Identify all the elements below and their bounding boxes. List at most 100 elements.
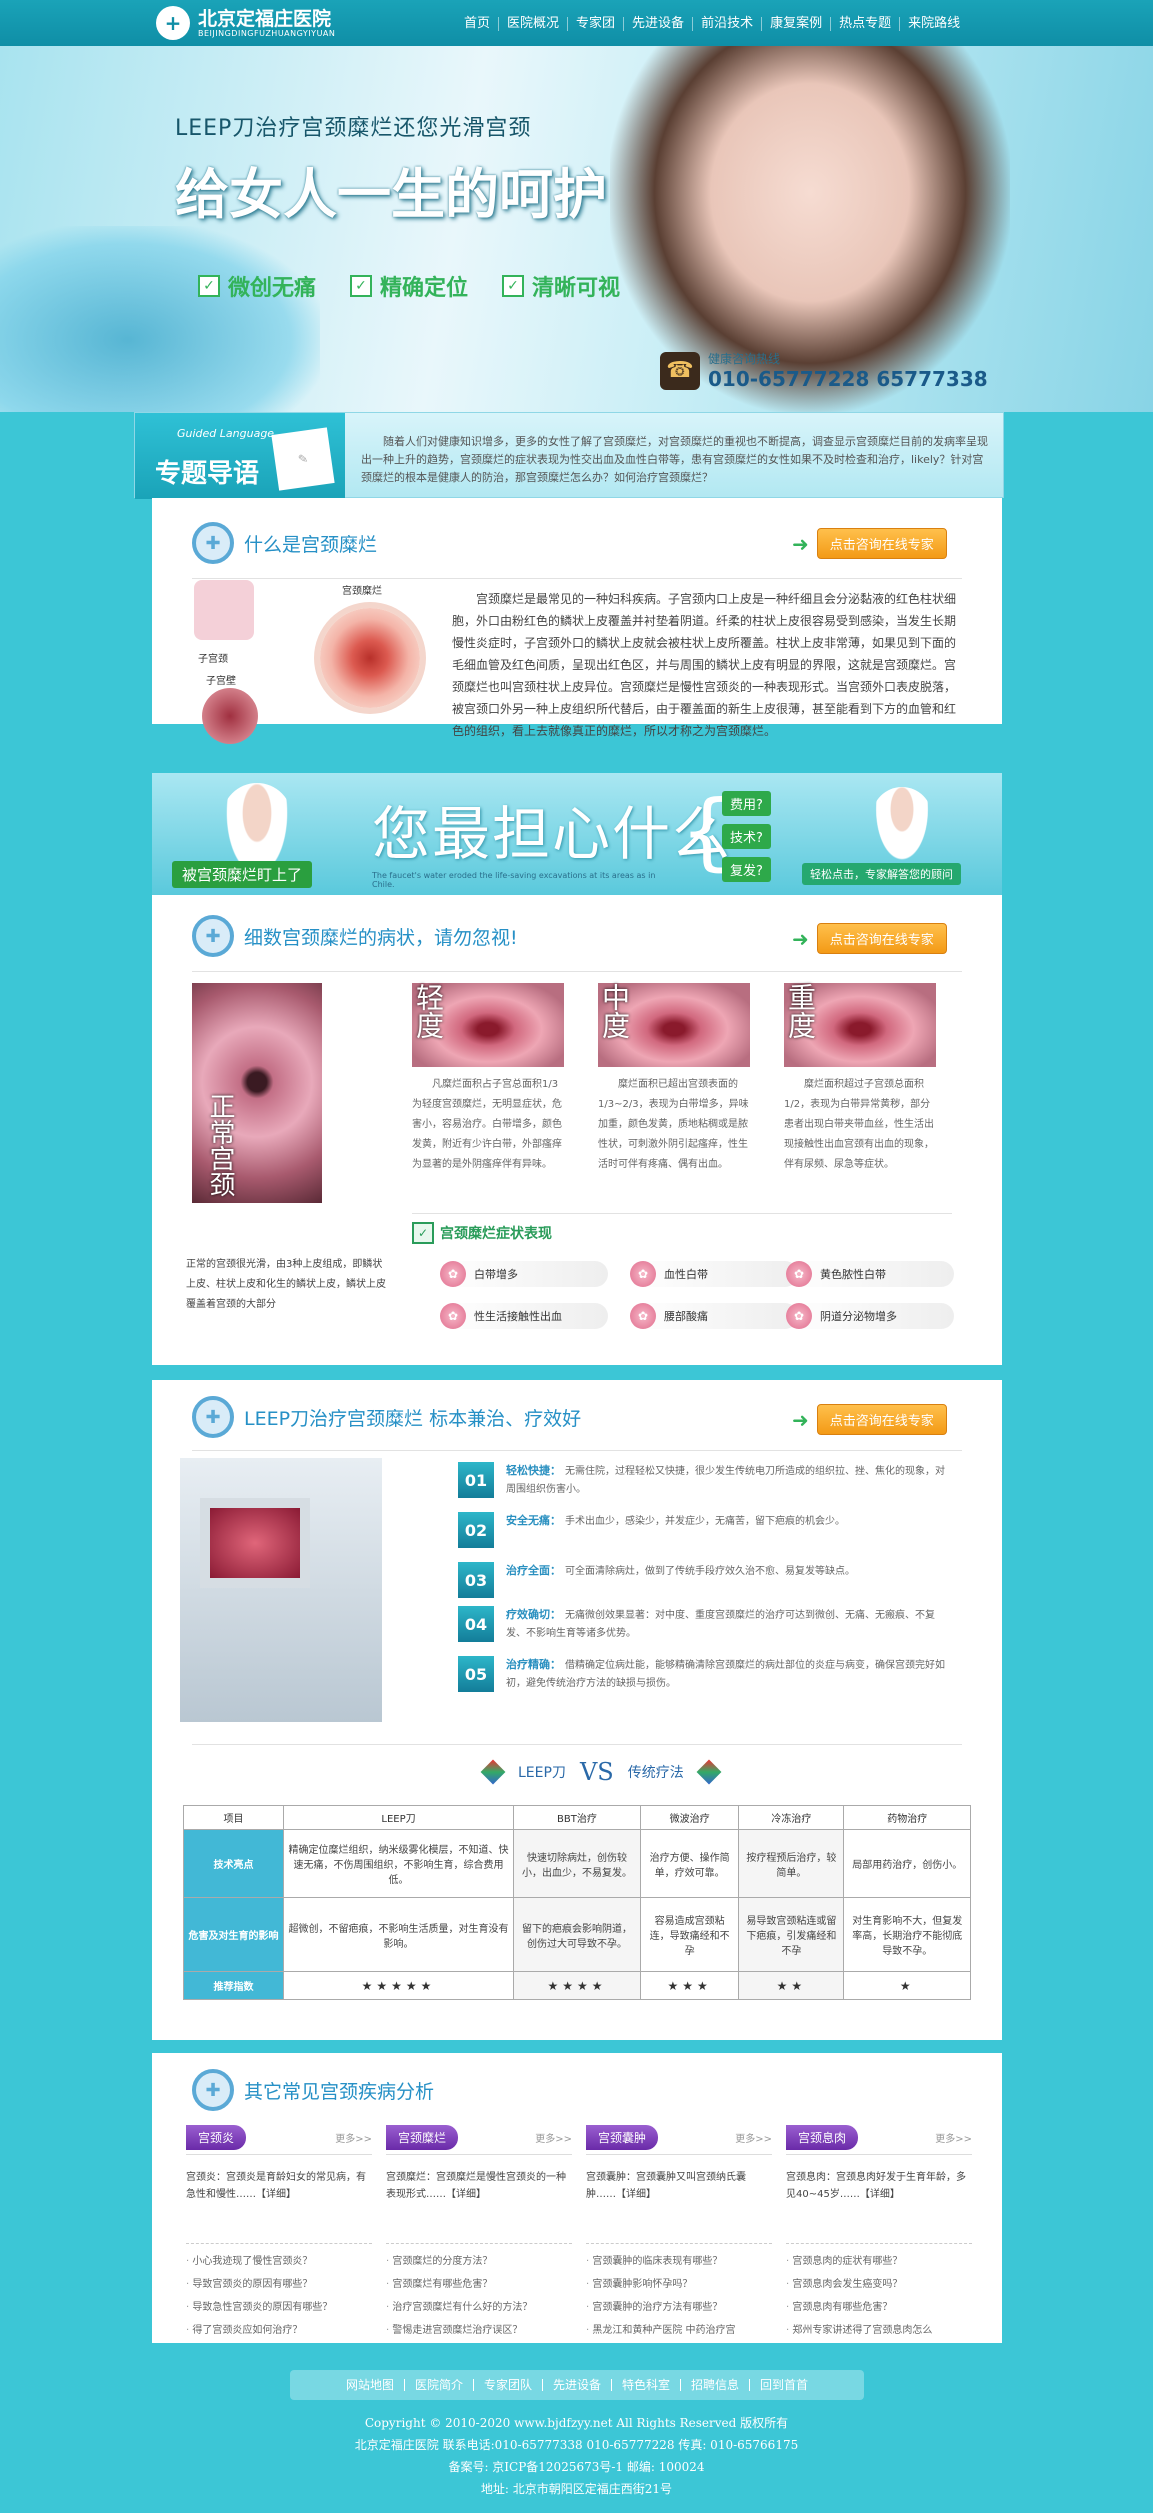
stage-mild: 轻度 凡糜烂面积占子宫总面积1/3为轻度宫颈糜烂，无明显症状，危害小，容易治疗。…: [412, 983, 564, 1175]
option-relapse[interactable]: 复发?: [722, 857, 771, 882]
section-leep: ✚ LEEP刀治疗宫颈糜烂 标本兼治、疗效好 ➜ 点击咨询在线专家 01 轻松快捷…: [152, 1380, 1002, 2040]
table-header: 冷冻治疗: [738, 1805, 845, 1830]
stage-image: 重度: [784, 983, 936, 1067]
more-link[interactable]: 更多>>: [735, 2130, 772, 2145]
footer-link[interactable]: 专家团队: [474, 2379, 543, 2391]
article-link[interactable]: 宫颈息肉的症状有哪些？: [786, 2250, 972, 2273]
disease-desc[interactable]: 宫颈囊肿：宫颈囊肿又叫宫颈纳氏囊肿……【详细】: [586, 2169, 772, 2225]
water-splash-image: [0, 226, 320, 412]
table-header: 药物治疗: [843, 1805, 971, 1830]
symptom-item[interactable]: ✿ 性生活接触性出血: [440, 1303, 608, 1329]
disease-tab[interactable]: 宫颈糜烂: [386, 2125, 459, 2150]
cube-icon: [696, 1759, 722, 1785]
label-uterus: 子宫颈: [198, 654, 228, 665]
disease-desc[interactable]: 宫颈糜烂：宫颈糜烂是慢性宫颈炎的一种表现形式……【详细】: [386, 2169, 572, 2225]
nav-route[interactable]: 来院路线: [900, 17, 968, 31]
arrow-right-icon: ➜: [792, 531, 809, 556]
bacteria-icon: ✿: [786, 1261, 812, 1287]
consult-link[interactable]: ➜ 点击咨询在线专家: [792, 528, 947, 559]
section-title: 其它常见宫颈疾病分析: [244, 2080, 435, 2103]
option-cost[interactable]: 费用?: [722, 791, 771, 816]
article-link[interactable]: 宫颈息肉会发生癌变吗？: [786, 2273, 972, 2296]
rating-stars: ★: [843, 1971, 971, 2000]
table-header: LEEP刀: [283, 1805, 514, 1830]
bacteria-icon: ✿: [786, 1303, 812, 1329]
nav-cases[interactable]: 康复案例: [762, 17, 832, 31]
article-link[interactable]: 导致宫颈炎的原因有哪些？: [186, 2273, 372, 2296]
article-link[interactable]: 郑州专家讲述得了宫颈息肉怎么: [786, 2319, 972, 2342]
worry-banner[interactable]: 被宫颈糜烂盯上了 您最担心什么 The faucet's water erode…: [152, 773, 1002, 895]
article-link[interactable]: 宫颈糜烂的分度方法？: [386, 2250, 572, 2273]
intro-badge: Guided Language 专题导语 ✎: [135, 413, 345, 499]
article-link[interactable]: 小心我迹现了慢性宫颈炎？: [186, 2250, 372, 2273]
nav-experts[interactable]: 专家团: [568, 17, 625, 31]
label-erosion: 宫颈糜烂: [342, 586, 382, 597]
more-link[interactable]: 更多>>: [935, 2130, 972, 2145]
article-link[interactable]: 宫颈糜烂有哪些危害？: [386, 2273, 572, 2296]
article-link[interactable]: 宫颈囊肿的临床表现有哪些？: [586, 2250, 772, 2273]
option-tech[interactable]: 技术?: [722, 824, 771, 849]
footer-link[interactable]: 特色科室: [612, 2379, 682, 2391]
article-link[interactable]: 宫颈息肉有哪些危害？: [786, 2296, 972, 2319]
nav-equipment[interactable]: 先进设备: [624, 17, 694, 31]
stage-text: 糜烂面积超过子宫颈总面积1/2，表现为白带异常黄秽，部分患者出现白带夹带血丝，性…: [784, 1079, 934, 1170]
disease-tab[interactable]: 宫颈息肉: [786, 2125, 859, 2150]
banner-features: ✓ 微创无痛 ✓ 精确定位 ✓ 清晰可视: [198, 270, 620, 302]
footer-link[interactable]: 网站地图: [336, 2379, 405, 2391]
banner-title: 给女人一生的呵护: [175, 162, 607, 226]
article-link[interactable]: 黑龙江和黄种产医院 中药治疗宫: [586, 2319, 772, 2342]
consult-button[interactable]: 点击咨询在线专家: [816, 923, 947, 954]
nav-home[interactable]: 首页: [456, 17, 500, 31]
disease-desc[interactable]: 宫颈炎：宫颈炎是育龄妇女的常见病，有急性和慢性……【详细】: [186, 2169, 372, 2225]
article-link[interactable]: 宫颈囊肿影响怀孕吗？: [586, 2273, 772, 2296]
label-wall: 子宫壁: [206, 676, 236, 687]
disease-desc[interactable]: 宫颈息肉：宫颈息肉好发于生育年龄，多见40~45岁……【详细】: [786, 2169, 972, 2225]
number-badge: 03: [458, 1562, 494, 1598]
doctor-photo: [872, 787, 932, 867]
footer-link[interactable]: 先进设备: [543, 2379, 612, 2391]
footer-link[interactable]: 医院简介: [405, 2379, 474, 2391]
section-symptoms: ✚ 细数宫颈糜烂的病状，请勿忽视! ➜ 点击咨询在线专家 正常宫颈 正常的宫颈很…: [152, 895, 1002, 1365]
more-link[interactable]: 更多>>: [535, 2130, 572, 2145]
disease-column: 宫颈息肉 更多>> 宫颈息肉：宫颈息肉好发于生育年龄，多见40~45岁……【详细】…: [786, 2125, 972, 2342]
symptom-item[interactable]: ✿ 血性白带: [630, 1261, 798, 1287]
nav-about[interactable]: 医院概况: [499, 17, 569, 31]
consult-button[interactable]: 点击咨询在线专家: [816, 528, 947, 559]
check-icon: ✓: [198, 275, 220, 297]
intro-en: Guided Language: [177, 427, 275, 440]
disease-tab[interactable]: 宫颈炎: [186, 2125, 247, 2150]
hospital-logo[interactable]: + 北京定福庄医院 BEIJINGDINGFUZHUANGYIYUAN: [156, 5, 376, 41]
disease-tab[interactable]: 宫颈囊肿: [586, 2125, 659, 2150]
stage-image: 中度: [598, 983, 750, 1067]
article-link[interactable]: 得了宫颈炎应如何治疗？: [186, 2319, 372, 2342]
footer-link[interactable]: 回到首首: [750, 2379, 818, 2391]
article-link[interactable]: 警惕走进宫颈糜烂治疗误区？: [386, 2319, 572, 2342]
rating-stars: ★★★: [639, 1971, 740, 2000]
feature-row: 02 安全无痛： 手术出血少，感染少，并发症少，无痛苦，留下疤痕的机会少。: [458, 1512, 948, 1548]
icp-line: 备案号: 京ICP备12025673号-1 邮编: 100024: [448, 2460, 705, 2474]
footer-link[interactable]: 招聘信息: [681, 2379, 751, 2391]
ask-expert-button[interactable]: 轻松点击，专家解答您的顾问: [802, 863, 961, 885]
symptom-item[interactable]: ✿ 阴道分泌物增多: [786, 1303, 954, 1329]
cube-icon: [480, 1759, 506, 1785]
article-link[interactable]: 治疗宫颈糜烂有什么好的方法？: [386, 2296, 572, 2319]
more-link[interactable]: 更多>>: [335, 2130, 372, 2145]
number-badge: 05: [458, 1656, 494, 1692]
stage-label: 轻度: [412, 983, 445, 1039]
article-link[interactable]: 导致急性宫颈炎的原因有哪些？: [186, 2296, 372, 2319]
symptom-item[interactable]: ✿ 腰部酸痛: [630, 1303, 798, 1329]
feature-row: 04 疗效确切： 无痛微创效果显著：对中度、重度宫颈糜烂的治疗可达到微创、无痛、无瘢…: [458, 1606, 948, 1643]
rating-stars: ★★: [738, 1971, 845, 2000]
article-link[interactable]: 宫颈囊肿的治疗方法有哪些？: [586, 2296, 772, 2319]
consult-button[interactable]: 点击咨询在线专家: [816, 1404, 947, 1435]
feature-text: 手术出血少，感染少，并发症少，无痛苦，留下疤痕的机会少。: [565, 1516, 845, 1527]
consult-link[interactable]: ➜ 点击咨询在线专家: [792, 1404, 947, 1435]
symptom-item[interactable]: ✿ 黄色脓性白带: [786, 1261, 954, 1287]
section-title: 细数宫颈糜烂的病状，请勿忽视!: [244, 926, 518, 949]
table-cell: 留下的疤痕会影响阴道，创伤过大可导致不孕。: [513, 1897, 641, 1972]
nav-topics[interactable]: 热点专题: [831, 17, 901, 31]
feature-text: 无痛微创效果显著：对中度、重度宫颈糜烂的治疗可达到微创、无痛、无瘢痕、不复发、不…: [506, 1610, 935, 1639]
consult-link[interactable]: ➜ 点击咨询在线专家: [792, 923, 947, 954]
nav-technology[interactable]: 前沿技术: [693, 17, 763, 31]
symptom-item[interactable]: ✿ 白带增多: [440, 1261, 608, 1287]
